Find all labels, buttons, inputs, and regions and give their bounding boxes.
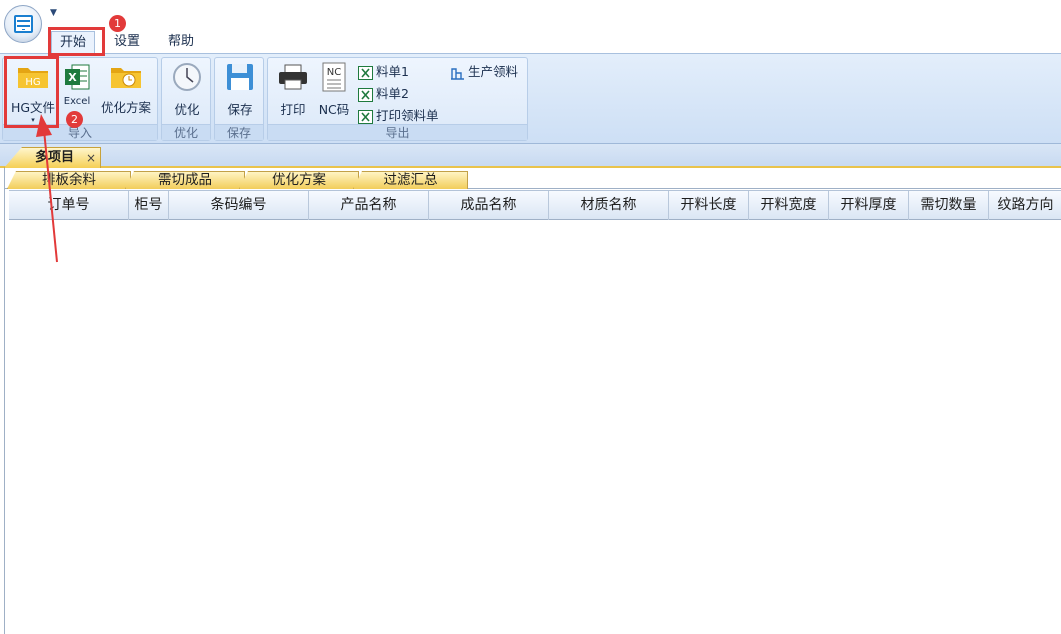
- save-button[interactable]: 保存: [221, 62, 259, 118]
- material-list-2-label: 料单2: [376, 86, 409, 101]
- main-content: 排板余料 需切成品 优化方案 过滤汇总 订单号 柜号 条码编号 产品名称 成品名…: [4, 168, 1061, 634]
- column-header-grain-direction[interactable]: 纹路方向: [989, 191, 1061, 220]
- optimize-label: 优化: [174, 102, 200, 117]
- building-icon: [451, 67, 464, 80]
- excel-small-icon: [358, 109, 373, 124]
- printer-icon: [279, 64, 307, 90]
- column-header-cabinet-no[interactable]: 柜号: [129, 191, 169, 220]
- tab-settings[interactable]: 设置: [106, 31, 148, 53]
- nc-code-button[interactable]: NC NC码: [317, 62, 351, 118]
- hg-folder-icon: HG: [18, 68, 48, 88]
- svg-text:X: X: [68, 71, 77, 84]
- save-group-label: 保存: [215, 124, 263, 140]
- column-header-material-name[interactable]: 材质名称: [549, 191, 669, 220]
- optimize-button[interactable]: 优化: [168, 62, 206, 118]
- material-list-1-button[interactable]: 料单1: [358, 62, 409, 82]
- column-header-cut-quantity[interactable]: 需切数量: [909, 191, 989, 220]
- floppy-disk-icon: [227, 64, 253, 90]
- import-group-label: 导入: [3, 124, 157, 140]
- folder-clock-icon: [111, 68, 141, 88]
- print-button[interactable]: 打印: [274, 62, 312, 118]
- production-requisition-label: 生产领料: [468, 64, 519, 79]
- optimize-plan-button[interactable]: 优化方案: [96, 62, 156, 116]
- optimize-plan-label: 优化方案: [100, 100, 151, 115]
- print-requisition-label: 打印领料单: [376, 108, 439, 123]
- material-list-2-button[interactable]: 料单2: [358, 84, 409, 104]
- excel-small-icon: [358, 87, 373, 102]
- column-header-cut-length[interactable]: 开料长度: [669, 191, 749, 220]
- close-icon[interactable]: ×: [86, 151, 96, 165]
- document-tab-strip: 多项目: [0, 144, 1061, 168]
- optimize-group-label: 优化: [162, 124, 210, 140]
- column-header-cut-width[interactable]: 开料宽度: [749, 191, 829, 220]
- production-requisition-button[interactable]: 生产领料: [450, 62, 518, 82]
- export-group-label: 导出: [268, 124, 527, 140]
- column-header-cut-thickness[interactable]: 开料厚度: [829, 191, 909, 220]
- export-group: 打印 NC NC码 料单1 料单2 打印领料单 生产领料 导出: [267, 57, 528, 141]
- subtab-bar: 排板余料 需切成品 优化方案 过滤汇总: [5, 169, 1061, 189]
- save-label: 保存: [227, 102, 253, 117]
- material-list-1-label: 料单1: [376, 64, 409, 79]
- import-group: HG HG文件 ▾ X Excel 优化方案 导入: [2, 57, 158, 141]
- subtab-filter-summary[interactable]: 过滤汇总: [353, 171, 468, 189]
- subtab-optimize-plan[interactable]: 优化方案: [239, 171, 359, 189]
- ribbon-tab-bar: 开始 设置 帮助: [0, 31, 1061, 53]
- svg-text:NC: NC: [327, 67, 341, 78]
- tab-start[interactable]: 开始: [51, 31, 96, 53]
- grid-header: 订单号 柜号 条码编号 产品名称 成品名称 材质名称 开料长度 开料宽度 开料厚…: [9, 190, 1061, 220]
- quick-access-dropdown-icon[interactable]: ▼: [50, 8, 57, 18]
- column-header-barcode[interactable]: 条码编号: [169, 191, 309, 220]
- save-group: 保存 保存: [214, 57, 264, 141]
- step-badge-1: 1: [109, 15, 126, 32]
- ribbon-panel: HG HG文件 ▾ X Excel 优化方案 导入 优化 优化 保存 保存 打印…: [0, 53, 1061, 144]
- print-requisition-button[interactable]: 打印领料单: [358, 106, 439, 126]
- subtab-parts-to-cut[interactable]: 需切成品: [125, 171, 245, 189]
- nc-code-label: NC码: [318, 102, 350, 117]
- nc-document-icon: NC: [322, 62, 346, 92]
- column-header-finished-name[interactable]: 成品名称: [429, 191, 549, 220]
- print-label: 打印: [280, 102, 306, 117]
- excel-small-icon: [358, 65, 373, 80]
- excel-icon: X: [65, 64, 90, 90]
- pointer-arrow: [36, 114, 58, 263]
- column-header-product-name[interactable]: 产品名称: [309, 191, 429, 220]
- svg-text:HG: HG: [25, 77, 40, 88]
- optimize-group: 优化 优化: [161, 57, 211, 141]
- tab-help[interactable]: 帮助: [160, 31, 202, 53]
- clock-icon: [173, 63, 201, 91]
